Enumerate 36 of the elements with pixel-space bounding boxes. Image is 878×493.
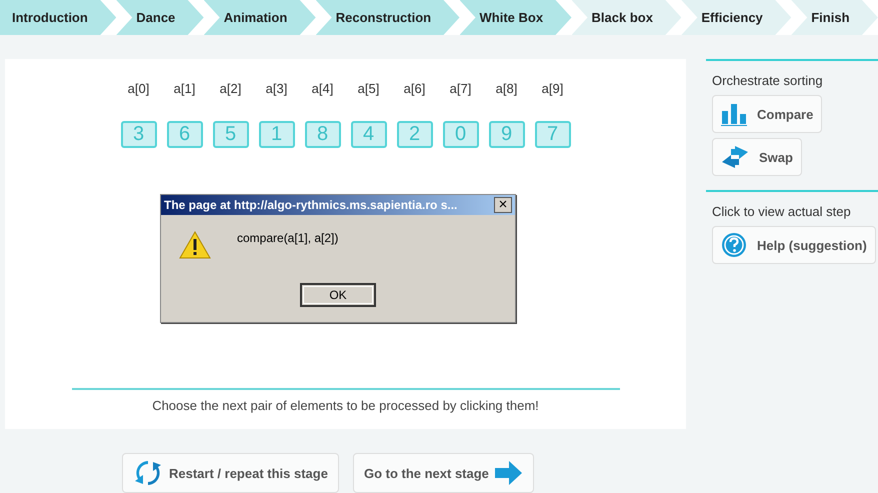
stage-tab[interactable]: Finish [791,0,878,35]
instruction-text: Choose the next pair of elements to be processed by clicking them! [152,398,539,413]
stage-tab[interactable]: Introduction [0,0,116,35]
swap-arrows-icon [721,144,749,170]
close-button[interactable]: × [494,197,512,213]
index-label: a[4] [312,81,334,96]
stage-tab[interactable]: White Box [460,0,572,35]
index-label: a[9] [542,81,564,96]
ok-button[interactable]: OK [300,283,376,307]
bar-chart-icon [721,102,747,126]
index-label: a[3] [266,81,288,96]
index-label: a[6] [404,81,426,96]
swap-button[interactable]: Swap [712,138,802,176]
section-heading: Orchestrate sorting [712,73,823,88]
next-button[interactable]: Go to the next stage [352,453,534,493]
dialog-message: compare(a[1], a[2]) [237,231,338,245]
index-label: a[8] [496,81,518,96]
stage-tab[interactable]: Animation [204,0,316,35]
stage-tab[interactable]: Efficiency [681,0,792,35]
compare-button[interactable]: Compare [712,95,822,133]
stage-tab[interactable]: Black box [572,0,682,35]
index-label: a[2] [220,81,242,96]
section-heading: Click to view actual step [712,204,851,219]
right-arrow-icon [494,460,523,486]
index-label: a[0] [128,81,150,96]
stage-tab[interactable]: Reconstruction [316,0,460,35]
refresh-icon [133,458,163,488]
restart-button[interactable]: Restart / repeat this stage [122,453,339,493]
stage-tab[interactable]: Dance [116,0,204,35]
warning-icon [179,231,211,259]
index-label: a[1] [174,81,196,96]
dialog-title: The page at http://algo-rythmics.ms.sapientia.ro s... [164,198,458,212]
index-label: a[5] [358,81,380,96]
index-label: a[7] [450,81,472,96]
help-button[interactable]: Help (suggestion) [712,226,876,264]
help-icon [721,232,747,258]
